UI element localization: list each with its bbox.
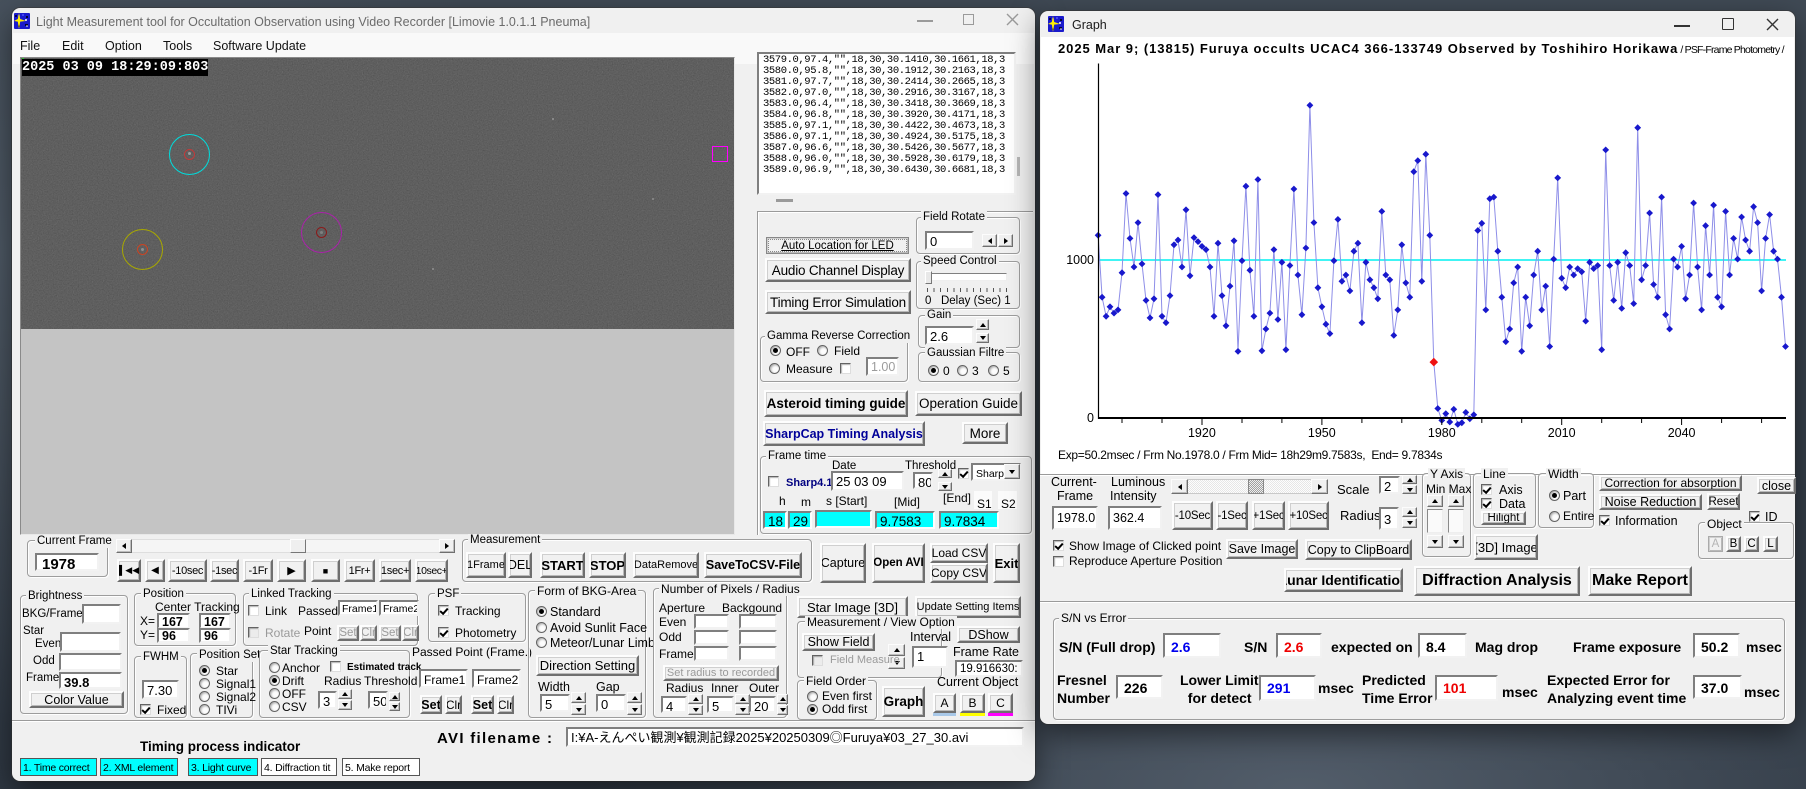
svg-text:1980: 1980 [1428, 426, 1456, 440]
svg-text:1950: 1950 [1308, 426, 1336, 440]
svg-text:0: 0 [1087, 411, 1094, 425]
svg-text:1000: 1000 [1066, 253, 1094, 267]
svg-text:2040: 2040 [1668, 426, 1696, 440]
svg-text:2010: 2010 [1548, 426, 1576, 440]
svg-text:1920: 1920 [1188, 426, 1216, 440]
